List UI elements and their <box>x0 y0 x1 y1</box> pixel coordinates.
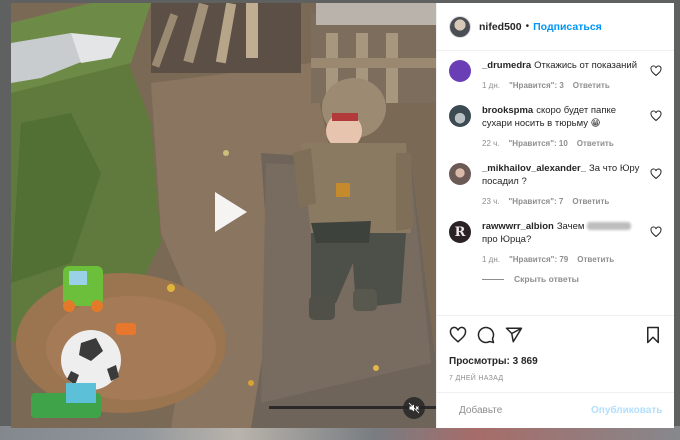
heart-icon[interactable] <box>650 226 662 238</box>
comment-time[interactable]: 1 дн. <box>482 79 500 92</box>
author-username[interactable]: nifed500 <box>479 21 522 33</box>
comment-time[interactable]: 22 ч. <box>482 137 500 150</box>
comment-username[interactable]: brookspma <box>482 105 533 116</box>
reply-button[interactable]: Ответить <box>577 253 614 266</box>
comment-item: brookspma скоро будет папке сухари носить… <box>449 104 662 150</box>
comment-likes[interactable]: "Нравится": 10 <box>509 137 568 150</box>
heart-icon[interactable] <box>449 326 467 344</box>
bookmark-icon[interactable] <box>644 326 662 344</box>
play-icon[interactable] <box>201 186 253 238</box>
comment-username[interactable]: _mikhailov_alexander_ <box>482 163 586 174</box>
separator-dot: • <box>525 21 530 32</box>
reply-button[interactable]: Ответить <box>573 79 610 92</box>
background-feed-strip <box>0 426 680 440</box>
comment-likes[interactable]: "Нравится": 3 <box>509 79 564 92</box>
hide-replies-label: Скрыть ответы <box>514 274 579 284</box>
hide-replies-line <box>482 278 504 280</box>
commenter-avatar[interactable] <box>449 60 471 82</box>
comment-item: _mikhailov_alexander_ За что Юру посадил … <box>449 162 662 208</box>
redacted-text <box>587 222 632 231</box>
comment-username[interactable]: _drumedra <box>482 60 531 71</box>
comments-list[interactable]: _drumedra Откажись от показаний 1 дн. "Нр… <box>437 51 674 315</box>
follow-button[interactable]: Подписаться <box>533 21 602 33</box>
avatar-letter: R <box>454 224 466 240</box>
hide-replies-button[interactable]: Скрыть ответы <box>482 274 662 284</box>
reply-button[interactable]: Ответить <box>572 195 609 208</box>
post-video[interactable] <box>11 3 436 428</box>
comment-item: _drumedra Откажись от показаний 1 дн. "Нр… <box>449 59 662 92</box>
comment-bubble-icon[interactable] <box>477 326 495 344</box>
post-modal: nifed500 • Подписаться _drumedra Откажись… <box>11 3 674 428</box>
comment-text: Зачем <box>556 221 585 232</box>
post-timestamp[interactable]: 7 ДНЕЙ НАЗАД <box>449 375 662 382</box>
add-comment-bar: Опубликовать <box>437 392 674 428</box>
speaker-muted-icon <box>408 402 420 414</box>
heart-icon[interactable] <box>650 65 662 77</box>
comment-text-cont: про Юрца? <box>482 234 532 245</box>
comment-time[interactable]: 23 ч. <box>482 195 500 208</box>
heart-icon[interactable] <box>650 168 662 180</box>
commenter-avatar[interactable] <box>449 105 471 127</box>
commenter-avatar[interactable] <box>449 163 471 185</box>
comment-item: R rawwwrr_albion Зачем про Юрца? 1 дн. "Н… <box>449 220 662 266</box>
paper-plane-icon[interactable] <box>505 326 523 344</box>
reply-button[interactable]: Ответить <box>577 137 614 150</box>
author-avatar[interactable] <box>449 15 471 38</box>
comment-username[interactable]: rawwwrr_albion <box>482 221 554 232</box>
comment-text: Откажись от показаний <box>534 60 638 71</box>
view-count[interactable]: Просмотры: 3 869 <box>449 356 662 367</box>
commenter-avatar[interactable]: R <box>449 221 471 243</box>
post-header: nifed500 • Подписаться <box>437 3 674 51</box>
comment-likes[interactable]: "Нравится": 7 <box>509 195 564 208</box>
action-bar: Просмотры: 3 869 7 ДНЕЙ НАЗАД <box>437 315 674 392</box>
comment-time[interactable]: 1 дн. <box>482 253 500 266</box>
comment-input[interactable] <box>459 405 591 416</box>
post-sidebar: nifed500 • Подписаться _drumedra Откажись… <box>436 3 674 428</box>
publish-button[interactable]: Опубликовать <box>591 405 662 416</box>
mute-button[interactable] <box>403 397 425 419</box>
heart-icon[interactable] <box>650 110 662 122</box>
comment-likes[interactable]: "Нравится": 79 <box>509 253 568 266</box>
